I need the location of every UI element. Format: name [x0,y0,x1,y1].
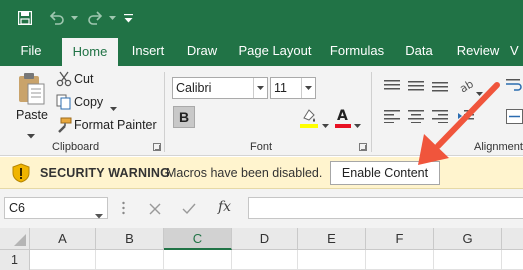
annotation-arrow [418,82,500,165]
excel-window: File Home Insert Draw Page Layout Formul… [0,0,523,270]
